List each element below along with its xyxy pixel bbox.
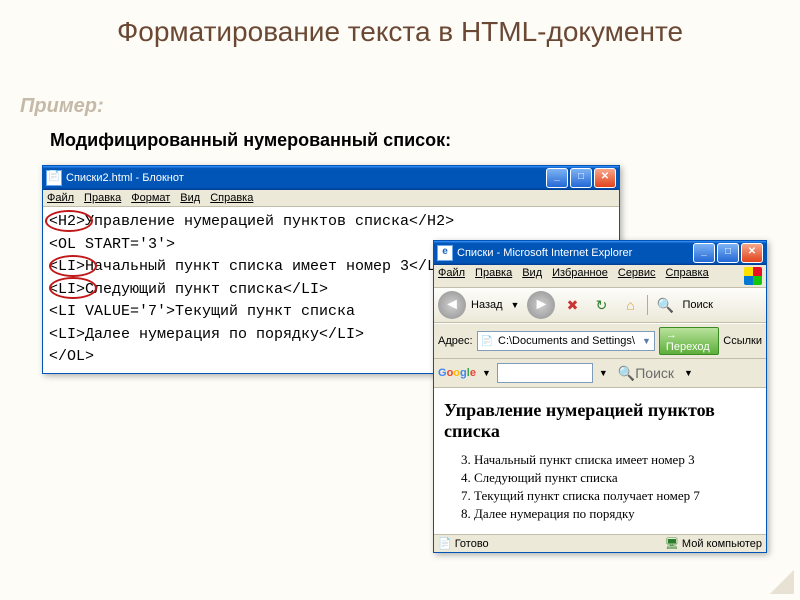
ie-title: Списки - Microsoft Internet Explorer [457, 247, 693, 259]
page-corner-fold [770, 570, 794, 594]
ie-icon: e [437, 245, 453, 261]
dropdown-icon[interactable]: ▼ [684, 368, 693, 378]
links-label[interactable]: Ссылки [723, 335, 762, 347]
windows-flag-icon [744, 267, 762, 285]
menu-file[interactable]: Файл [47, 192, 74, 204]
dropdown-icon[interactable]: ▼ [511, 300, 520, 310]
back-label: Назад [471, 299, 503, 311]
menu-help[interactable]: Справка [666, 267, 709, 285]
notepad-titlebar[interactable]: 📄 Списки2.html - Блокнот _ □ ✕ [43, 166, 619, 190]
list-item: Далее нумерация по порядку [474, 506, 756, 522]
notepad-icon: 📄 [46, 170, 62, 186]
back-button[interactable]: ◄ [438, 291, 466, 319]
menu-view[interactable]: Вид [180, 192, 200, 204]
list-item: Следующий пункт списка [474, 470, 756, 486]
refresh-button[interactable]: ↻ [589, 293, 613, 317]
stop-button[interactable]: ✖ [560, 293, 584, 317]
menu-format[interactable]: Формат [131, 192, 170, 204]
google-search-button[interactable]: 🔍 Поиск [614, 361, 678, 385]
menu-favorites[interactable]: Избранное [552, 267, 608, 285]
zone-icon: 🖥 [665, 537, 679, 550]
example-label: Пример: [20, 95, 104, 118]
minimize-button[interactable]: _ [693, 243, 715, 263]
dropdown-icon[interactable]: ▼ [642, 336, 651, 346]
list-item: Текущий пункт списка получает номер 7 [474, 488, 756, 504]
dropdown-icon[interactable]: ▼ [599, 368, 608, 378]
notepad-menubar: Файл Правка Формат Вид Справка [43, 190, 619, 207]
dropdown-icon[interactable]: ▼ [482, 368, 491, 378]
status-ready: Готово [455, 538, 489, 550]
close-button[interactable]: ✕ [594, 168, 616, 188]
close-button[interactable]: ✕ [741, 243, 763, 263]
address-input-wrap[interactable]: 📄 ▼ [477, 331, 655, 351]
done-icon: 📄 [438, 537, 452, 550]
forward-button[interactable]: ► [527, 291, 555, 319]
code-line: <H2>Управление нумерацией пунктов списка… [49, 211, 613, 234]
notepad-title: Списки2.html - Блокнот [66, 172, 546, 184]
ie-nav-toolbar: ◄ Назад ▼ ► ✖ ↻ ⌂ 🔍 Поиск [434, 288, 766, 323]
minimize-button[interactable]: _ [546, 168, 568, 188]
menu-file[interactable]: Файл [438, 267, 465, 285]
ie-address-bar: Адрес: 📄 ▼ → Переход Ссылки [434, 323, 766, 359]
google-logo: Google [438, 367, 476, 379]
slide-title: Форматирование текста в HTML-документе [0, 0, 800, 49]
maximize-button[interactable]: □ [570, 168, 592, 188]
menu-tools[interactable]: Сервис [618, 267, 656, 285]
ie-status-bar: 📄Готово 🖥Мой компьютер [434, 534, 766, 552]
numbered-list: Начальный пункт списка имеет номер 3 Сле… [444, 452, 756, 522]
ie-titlebar[interactable]: e Списки - Microsoft Internet Explorer _… [434, 241, 766, 265]
search-label: Поиск [682, 299, 712, 311]
page-heading: Управление нумерацией пунктов списка [444, 400, 756, 442]
menu-view[interactable]: Вид [522, 267, 542, 285]
ie-window: e Списки - Microsoft Internet Explorer _… [433, 240, 767, 553]
address-label: Адрес: [438, 335, 473, 347]
ie-page-body: Управление нумерацией пунктов списка Нач… [434, 388, 766, 534]
address-input[interactable] [496, 334, 642, 348]
home-button[interactable]: ⌂ [618, 293, 642, 317]
maximize-button[interactable]: □ [717, 243, 739, 263]
google-toolbar: Google ▼ ▼ 🔍 Поиск ▼ [434, 359, 766, 388]
status-zone: Мой компьютер [682, 538, 762, 550]
menu-help[interactable]: Справка [210, 192, 253, 204]
menu-edit[interactable]: Правка [475, 267, 512, 285]
ie-menubar: Файл Правка Вид Избранное Сервис Справка [434, 265, 766, 288]
menu-edit[interactable]: Правка [84, 192, 121, 204]
list-item: Начальный пункт списка имеет номер 3 [474, 452, 756, 468]
google-search-input[interactable] [497, 363, 593, 383]
search-icon[interactable]: 🔍 [653, 293, 677, 317]
go-button[interactable]: → Переход [659, 327, 719, 355]
slide-subtitle: Модифицированный нумерованный список: [50, 130, 451, 151]
page-icon: 📄 [481, 336, 493, 347]
